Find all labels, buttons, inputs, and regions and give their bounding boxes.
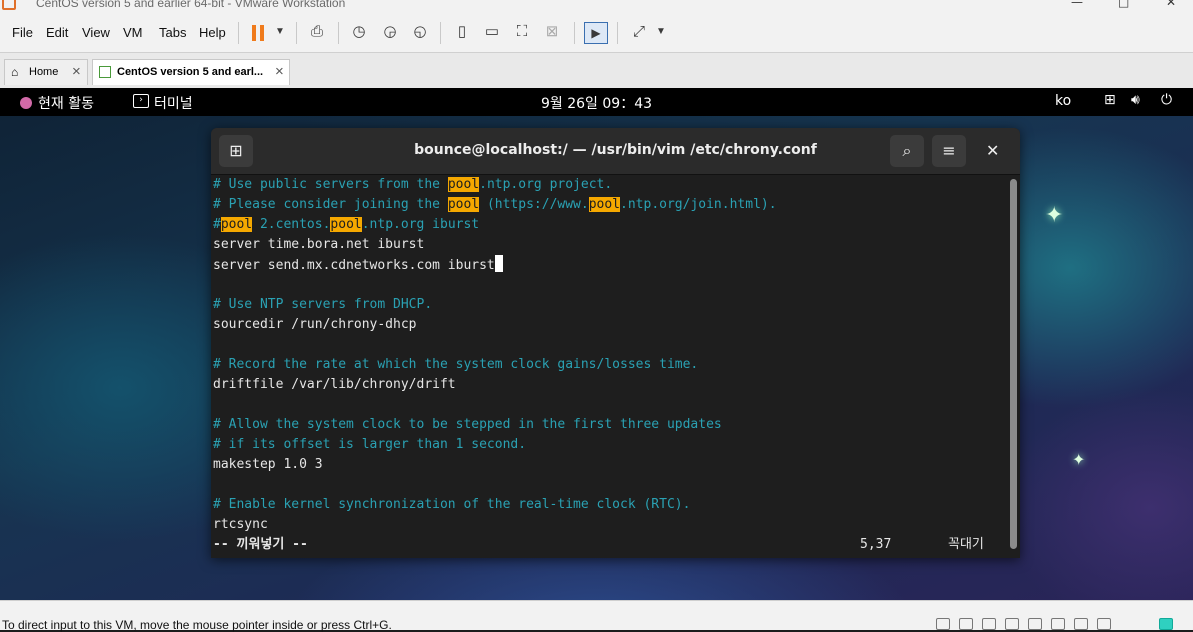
code-line: # Use NTP servers from DHCP. [213,297,433,312]
wallpaper-star: ✦ [1045,203,1064,228]
code-line: driftfile /var/lib/chrony/drift [213,377,456,392]
sound-card-icon[interactable] [1028,618,1042,630]
maximize-button[interactable]: □ [1118,0,1129,8]
code-line: server send.mx.cdnetworks.com iburst [213,255,503,275]
cursor-position: 5,37 [860,537,892,552]
printer-icon[interactable] [1051,618,1065,630]
menu-view[interactable]: View [82,25,110,40]
code-line: # Use public servers from the pool.ntp.o… [213,177,613,192]
menu-edit[interactable]: Edit [46,25,68,40]
pause-icon[interactable] [252,25,264,41]
terminal-scrollbar[interactable] [1007,175,1020,558]
gnome-top-bar: 현재 활동 › 터미널 9월 26일 09：43 ko ⊞ 🔊︎ ⏻ [0,88,1193,116]
clock[interactable]: 9월 26일 09：43 [541,93,652,113]
toolbar-separator [440,22,441,44]
code-line: server time.bora.net iburst [213,237,425,252]
activities-icon [20,97,32,109]
text-cursor [494,255,503,272]
scroll-position: 꼭대기 [948,537,984,552]
code-line: # if its offset is larger than 1 second. [213,437,527,452]
terminal-header: ⊞ bounce@localhost:/ — /usr/bin/vim /etc… [211,128,1020,175]
volume-icon[interactable]: 🔊︎ [1131,92,1140,108]
wallpaper-star: ✦ [1072,450,1086,469]
app-menu-terminal[interactable]: 터미널 [154,93,193,113]
close-tab-icon[interactable]: × [72,63,81,80]
display-icon[interactable] [1074,618,1088,630]
snapshot-icon[interactable]: ◷ [348,22,370,42]
hard-disk-icon[interactable] [936,618,950,630]
power-icon[interactable]: ⏻ [1161,92,1172,108]
stretch-guest-icon[interactable]: ⤢ [628,22,650,42]
code-line: rtcsync [213,517,268,532]
show-library-icon[interactable]: ▯ [451,22,473,42]
toolbar-separator [296,22,297,44]
message-log-icon[interactable] [1097,618,1111,630]
tab-home-label: Home [29,66,59,78]
unity-icon[interactable]: ⊠ [541,22,563,42]
window-title: CentOS version 5 and earlier 64-bit - VM… [36,0,346,10]
code-line: # Please consider joining the pool (http… [213,197,777,212]
toolbar-separator [617,22,618,44]
tab-bar: ⌂ Home × CentOS version 5 and earl... × [0,53,1193,89]
menu-file[interactable]: File [12,25,33,40]
tab-home[interactable]: ⌂ Home × [4,59,88,85]
cd-drive-icon[interactable] [959,618,973,630]
code-line: # Record the rate at which the system cl… [213,357,699,372]
code-line: # Enable kernel synchronization of the r… [213,497,691,512]
activities-label: 현재 활동 [38,96,94,112]
toolbar-separator [238,22,239,44]
window-title-bar: CentOS version 5 and earlier 64-bit - VM… [0,0,1193,12]
terminal-window: ⊞ bounce@localhost:/ — /usr/bin/vim /etc… [211,128,1020,558]
network-icon[interactable]: ⊞ [1104,92,1116,108]
stretch-dropdown-icon[interactable]: ▼ [650,22,672,42]
home-icon: ⌂ [11,65,19,79]
close-window-button[interactable]: ✕ [1166,0,1176,8]
menu-tabs[interactable]: Tabs [159,25,186,40]
search-icon[interactable]: ⌕ [890,135,924,167]
network-adapter-icon[interactable] [982,618,996,630]
revert-snapshot-icon[interactable]: ◶ [379,22,401,42]
code-line: #pool 2.centos.pool.ntp.org iburst [213,217,480,232]
menu-toolbar: File Edit View VM Tabs Help ▼ ⎙ ◷ ◶ ◵ ▯ … [0,12,1193,53]
vim-mode-indicator: -- 끼워넣기 -- [213,537,308,552]
close-tab-icon[interactable]: × [275,63,284,80]
vim-buffer[interactable]: -- 끼워넣기 -- 5,37 꼭대기 # Use public servers… [211,175,1007,558]
vmware-status-bar: To direct input to this VM, move the mou… [0,600,1193,632]
input-language[interactable]: ko [1055,93,1071,109]
tab-centos[interactable]: CentOS version 5 and earl... × [92,59,290,85]
activities-button[interactable]: 현재 활동 [20,93,94,113]
full-screen-icon[interactable]: ⛶ [511,22,533,42]
tab-centos-label: CentOS version 5 and earl... [117,66,264,78]
code-line: # Allow the system clock to be stepped i… [213,417,722,432]
toolbar-separator [574,22,575,44]
menu-help[interactable]: Help [199,25,226,40]
vm-status-icon[interactable] [1159,618,1173,630]
menu-vm[interactable]: VM [123,25,143,40]
vm-screen[interactable]: ✦ ✦ 현재 활동 › 터미널 9월 26일 09：43 ko ⊞ 🔊︎ ⏻ ⊞… [0,88,1193,600]
code-line: sourcedir /run/chrony-dhcp [213,317,417,332]
usb-icon[interactable] [1005,618,1019,630]
close-icon[interactable]: ✕ [986,141,999,160]
terminal-app-icon: › [133,94,149,108]
menu-icon[interactable]: ≡ [932,135,966,167]
status-message: To direct input to this VM, move the mou… [2,618,392,632]
pause-dropdown-icon[interactable]: ▼ [269,22,291,42]
console-view-icon[interactable]: ▶ [584,22,608,44]
vmware-app-icon [2,0,16,10]
thumbnail-bar-icon[interactable]: ▭ [481,22,503,42]
minimize-button[interactable]: — [1071,0,1083,8]
scrollbar-thumb[interactable] [1010,179,1017,549]
toolbar-separator [338,22,339,44]
vm-icon [99,66,111,78]
snapshot-manager-icon[interactable]: ◵ [409,22,431,42]
send-ctrl-alt-del-icon[interactable]: ⎙ [306,22,328,42]
code-line: makestep 1.0 3 [213,457,323,472]
